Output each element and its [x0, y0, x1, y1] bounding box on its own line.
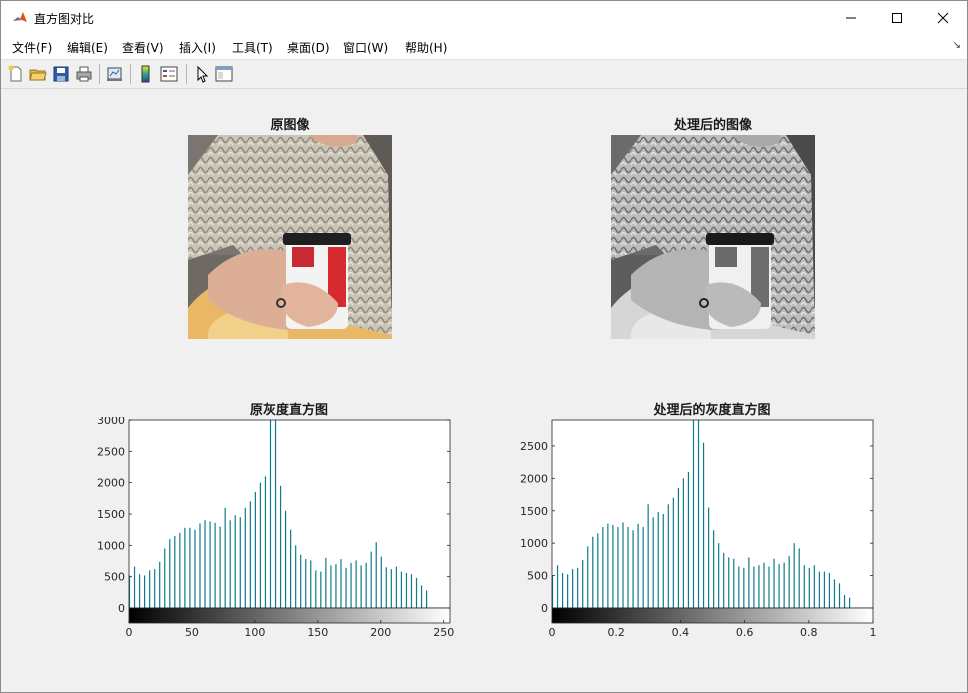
- print-icon[interactable]: [75, 65, 93, 83]
- x-tick-label: 0.8: [800, 626, 818, 639]
- menu-bar: 文件(F) 编辑(E) 查看(V) 插入(I) 工具(T) 桌面(D) 窗口(W…: [1, 35, 967, 60]
- original-histogram-chart[interactable]: 0 500 1000 1500 2000 2500 3000 0 50 100 150 200 250: [89, 417, 469, 645]
- menu-window[interactable]: 窗口(W): [343, 39, 388, 56]
- y-tick-label: 1500: [97, 508, 125, 521]
- figure-canvas[interactable]: 原图像 处理后的图像 原灰度直方图 0 500 1000 1500 2000 2…: [5, 89, 965, 687]
- toolbar-separator: [186, 64, 187, 84]
- original-image[interactable]: [188, 135, 392, 339]
- y-tick-label: 500: [104, 571, 125, 584]
- y-tick-label: 0: [541, 602, 548, 615]
- y-tick-label: 2000: [520, 472, 548, 485]
- figure-window: 直方图对比 文件(F) 编辑(E) 查看(V) 插入(I) 工具(T) 桌面(D…: [0, 0, 968, 693]
- maximize-icon: [892, 13, 902, 23]
- window-title: 直方图对比: [34, 12, 95, 26]
- processed-image-title: 处理后的图像: [673, 118, 752, 133]
- menu-edit[interactable]: 编辑(E): [67, 39, 108, 56]
- y-tick-label: 2000: [97, 477, 125, 490]
- processed-histogram-chart[interactable]: 0 500 1000 1500 2000 2500 0 0.2 0.4 0.6 0.8 1: [512, 417, 892, 645]
- insert-legend-icon[interactable]: [160, 65, 178, 83]
- link-plot-icon[interactable]: [106, 65, 124, 83]
- minimize-button[interactable]: [828, 1, 874, 35]
- x-tick-label: 0: [126, 626, 133, 639]
- y-tick-label: 1000: [520, 537, 548, 550]
- y-tick-label: 2500: [97, 445, 125, 458]
- x-tick-label: 50: [185, 626, 199, 639]
- x-tick-label: 1: [870, 626, 877, 639]
- y-tick-label: 3000: [97, 417, 125, 427]
- menu-help[interactable]: 帮助(H): [405, 39, 447, 56]
- y-tick-label: 0: [118, 602, 125, 615]
- insert-colorbar-icon[interactable]: [137, 65, 155, 83]
- x-tick-label: 200: [370, 626, 391, 639]
- x-tick-label: 0.4: [672, 626, 690, 639]
- y-tick-label: 500: [527, 570, 548, 583]
- menu-desktop[interactable]: 桌面(D): [287, 39, 330, 56]
- x-tick-label: 150: [307, 626, 328, 639]
- new-figure-icon[interactable]: [7, 65, 25, 83]
- title-bar[interactable]: 直方图对比: [1, 1, 967, 35]
- x-tick-label: 100: [244, 626, 265, 639]
- y-tick-label: 1000: [97, 539, 125, 552]
- menu-view[interactable]: 查看(V): [122, 39, 164, 56]
- y-tick-label: 2500: [520, 440, 548, 453]
- property-inspector-icon[interactable]: [215, 65, 233, 83]
- x-tick-label: 0.6: [736, 626, 754, 639]
- grayscale-colorbar: [128, 607, 451, 624]
- toolbar-separator: [130, 64, 131, 84]
- x-tick-label: 0: [549, 626, 556, 639]
- x-tick-label: 0.2: [607, 626, 625, 639]
- menu-file[interactable]: 文件(F): [12, 39, 52, 56]
- minimize-icon: [846, 17, 856, 19]
- open-file-icon[interactable]: [29, 65, 47, 83]
- x-tick-label: 250: [433, 626, 454, 639]
- y-tick-label: 1500: [520, 505, 548, 518]
- original-image-title: 原图像: [270, 118, 310, 133]
- dock-arrow-icon[interactable]: ↘: [953, 40, 961, 51]
- original-hist-title: 原灰度直方图: [249, 403, 328, 418]
- grayscale-colorbar: [551, 607, 874, 624]
- toolbar-separator: [99, 64, 100, 84]
- menu-tools[interactable]: 工具(T): [232, 39, 273, 56]
- save-icon[interactable]: [52, 65, 70, 83]
- close-icon: [937, 12, 949, 24]
- processed-image[interactable]: [611, 135, 815, 339]
- matlab-logo-icon: [12, 10, 28, 26]
- maximize-button[interactable]: [874, 1, 920, 35]
- menu-insert[interactable]: 插入(I): [179, 39, 216, 56]
- close-button[interactable]: [920, 1, 966, 35]
- toolbar: [1, 60, 967, 89]
- processed-hist-title: 处理后的灰度直方图: [653, 403, 771, 418]
- edit-plot-icon[interactable]: [193, 65, 211, 83]
